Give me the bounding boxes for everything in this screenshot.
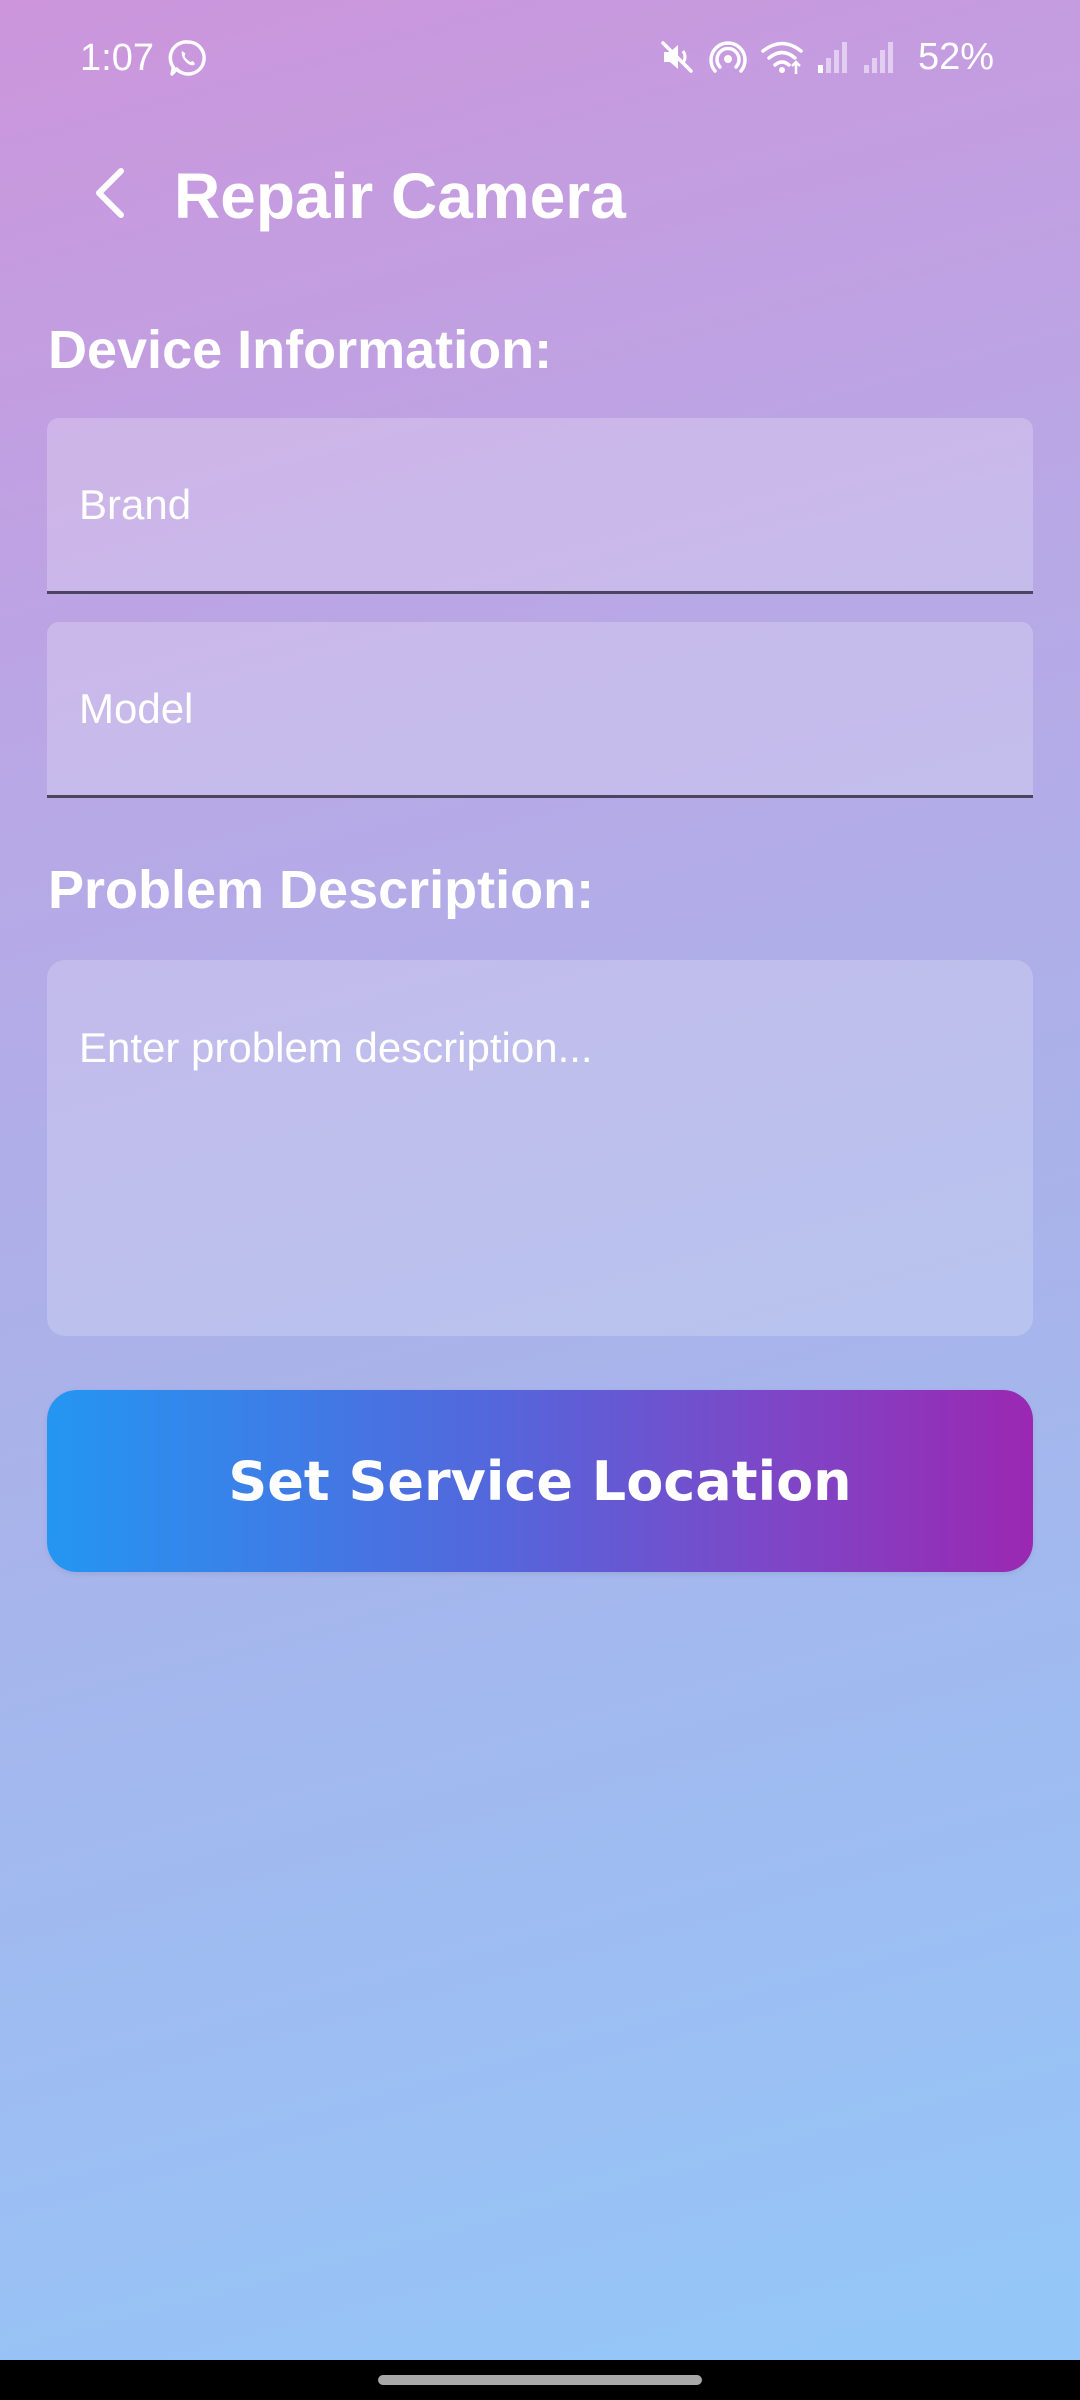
battery-level: 52% — [917, 36, 994, 78]
chevron-left-icon — [91, 165, 131, 226]
model-field[interactable] — [47, 622, 1033, 798]
status-time: 1:07 — [80, 37, 154, 79]
model-input[interactable] — [79, 622, 999, 795]
brand-input[interactable] — [79, 418, 999, 591]
set-service-location-button[interactable]: Set Service Location — [47, 1390, 1033, 1572]
brand-field[interactable] — [47, 418, 1033, 594]
status-icons: 52% — [658, 34, 994, 80]
problem-description-input[interactable] — [79, 1022, 999, 1312]
device-information-heading: Device Information: — [48, 320, 553, 380]
signal-icon — [862, 39, 896, 75]
hotspot-icon — [708, 37, 748, 77]
home-indicator[interactable] — [378, 2375, 702, 2385]
status-bar: 1:07 52% — [0, 0, 1080, 118]
page-title: Repair Camera — [174, 160, 626, 232]
signal-icon — [816, 39, 850, 75]
back-button[interactable] — [76, 160, 146, 230]
wifi-icon — [760, 38, 804, 76]
whatsapp-icon — [168, 38, 208, 78]
problem-description-heading: Problem Description: — [48, 860, 595, 920]
mute-icon — [658, 38, 696, 76]
navigation-bar — [0, 2360, 1080, 2400]
problem-description-field[interactable] — [47, 960, 1033, 1336]
